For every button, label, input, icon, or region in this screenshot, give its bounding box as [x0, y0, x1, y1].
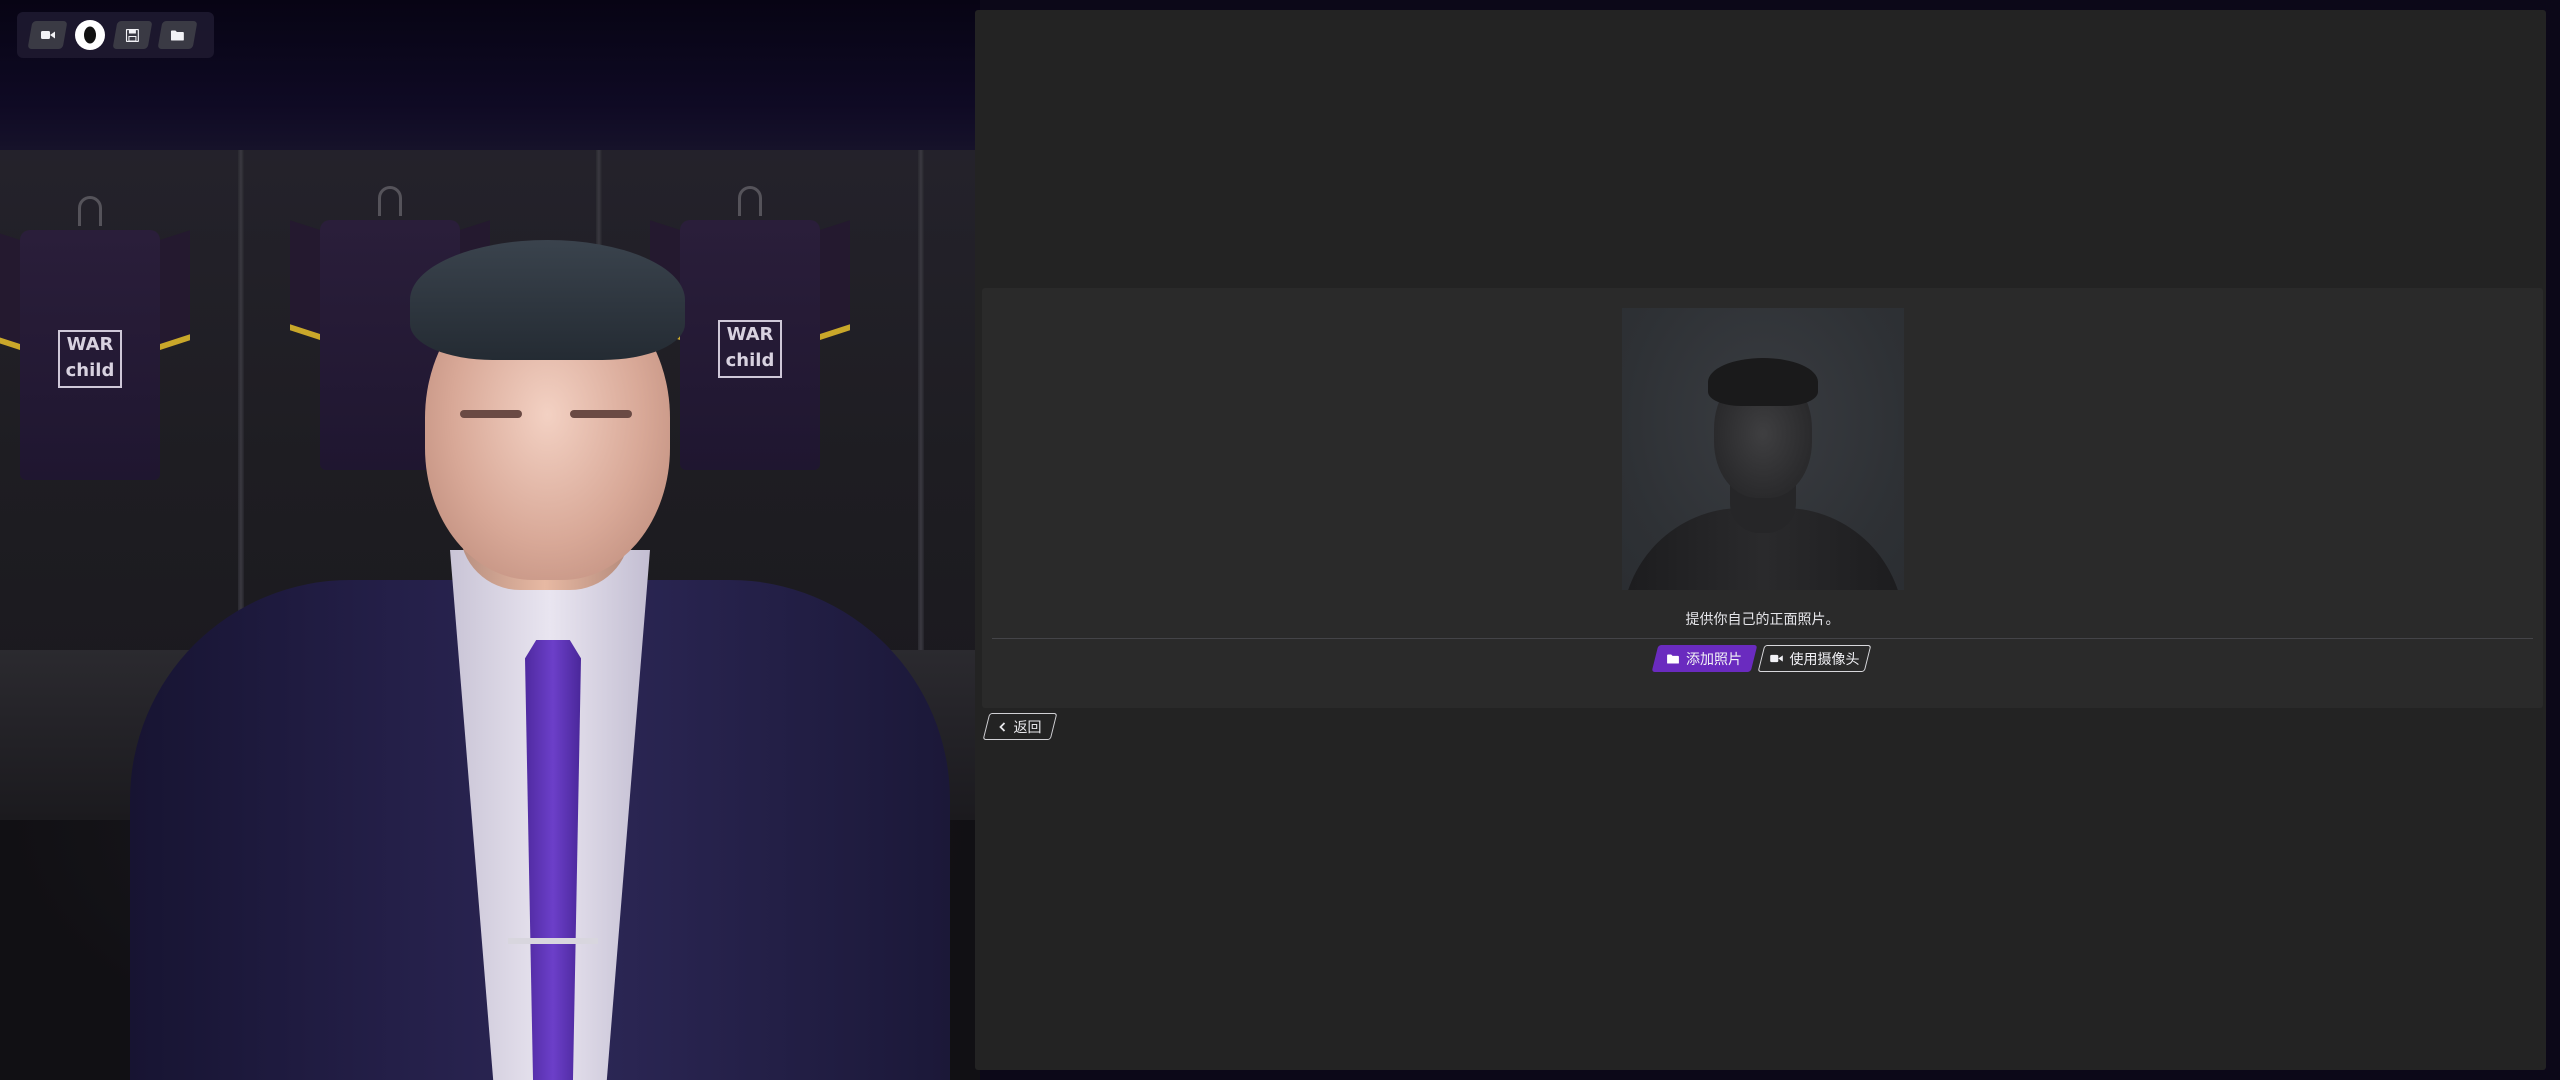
avatar-hair	[410, 240, 685, 360]
avatar-brow	[570, 410, 632, 418]
use-camera-button[interactable]: 使用摄像头	[1761, 645, 1868, 672]
camera-view-button[interactable]	[27, 21, 68, 49]
photo-instruction-text: 提供你自己的正面照片。	[1685, 611, 1840, 627]
save-button[interactable]	[112, 21, 153, 49]
chevron-left-icon	[998, 721, 1005, 732]
video-camera-icon	[40, 31, 55, 39]
avatar-tie-clip	[508, 938, 598, 944]
folder-icon	[171, 30, 184, 40]
avatar-3d-viewport[interactable]: WAR child WAR child	[0, 0, 980, 1080]
back-button[interactable]: 返回	[986, 713, 1054, 740]
face-preview-placeholder	[1622, 308, 1904, 590]
back-label: 返回	[1013, 718, 1042, 735]
avatar-brow	[460, 410, 522, 418]
head-profile-icon	[84, 26, 96, 44]
video-camera-icon	[1769, 654, 1783, 663]
card-divider	[992, 638, 2533, 639]
add-photo-label: 添加照片	[1686, 650, 1742, 667]
manager-avatar	[130, 240, 950, 1080]
face-mode-button[interactable]	[75, 20, 105, 50]
war-child-logo: WAR child	[58, 330, 122, 388]
folder-icon	[1667, 653, 1679, 664]
use-camera-label: 使用摄像头	[1789, 650, 1860, 667]
avatar-tie	[525, 640, 581, 1080]
save-icon	[126, 28, 139, 42]
top-toolbar	[17, 12, 214, 58]
add-photo-button[interactable]: 添加照片	[1655, 645, 1754, 672]
open-folder-button[interactable]	[157, 21, 198, 49]
